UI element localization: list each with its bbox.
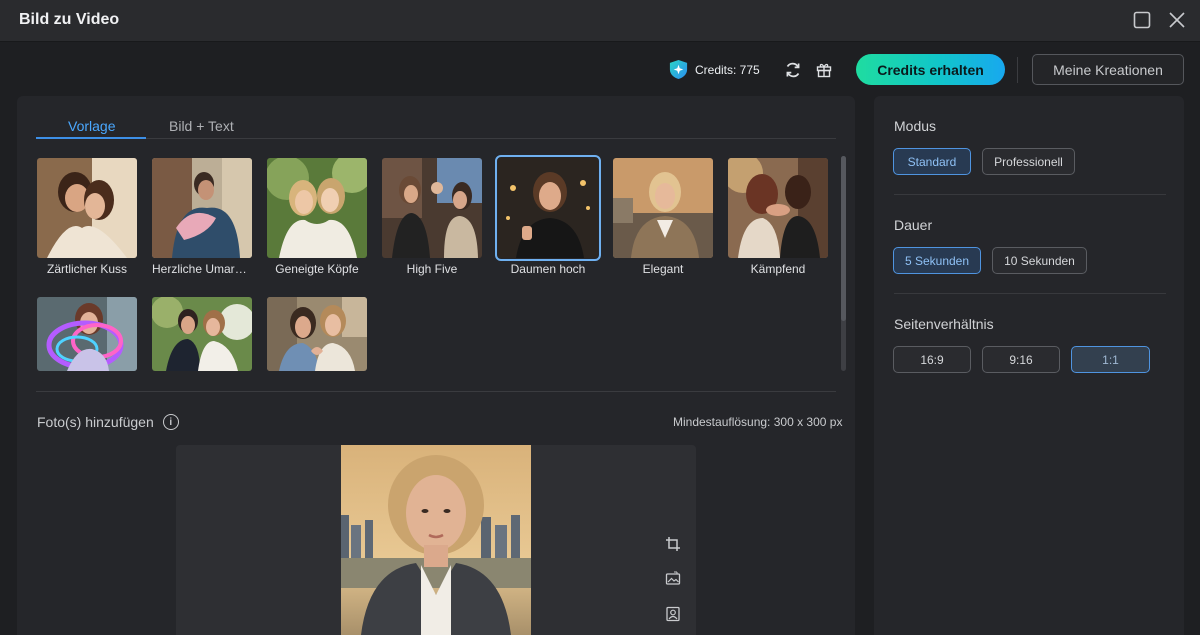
template-wedding[interactable] xyxy=(152,297,252,371)
template-daumen-hoch[interactable]: Daumen hoch xyxy=(495,155,601,276)
divider xyxy=(894,194,1166,195)
template-elegant[interactable]: Elegant xyxy=(613,158,713,276)
credits-display: Credits: 775 xyxy=(668,59,760,80)
template-label: Kämpfend xyxy=(750,262,806,276)
duration-5s-button[interactable]: 5 Sekunden xyxy=(893,247,981,274)
window-title: Bild zu Video xyxy=(19,11,120,28)
template-label: Herzliche Umarm... xyxy=(152,262,252,276)
aspect-16-9-button[interactable]: 16:9 xyxy=(893,346,971,373)
template-thumbnail[interactable] xyxy=(267,158,367,258)
template-herz-haende[interactable] xyxy=(267,297,367,371)
get-credits-button[interactable]: Credits erhalten xyxy=(856,54,1005,85)
template-high-five[interactable]: High Five xyxy=(382,158,482,276)
aspect-title: Seitenverhältnis xyxy=(894,316,994,332)
tab-bar: Vorlage Bild + Text xyxy=(36,114,836,139)
uploaded-photo xyxy=(341,445,531,635)
my-creations-button[interactable]: Meine Kreationen xyxy=(1032,54,1184,85)
template-magic[interactable] xyxy=(37,297,137,371)
mode-title: Modus xyxy=(894,118,937,134)
mode-professional-button[interactable]: Professionell xyxy=(982,148,1075,175)
top-action-bar: Credits: 775 Credits erhalten Meine Krea… xyxy=(0,42,1200,96)
template-label: High Five xyxy=(406,262,458,276)
duration-title: Dauer xyxy=(894,217,933,233)
crop-icon[interactable] xyxy=(662,533,684,555)
replace-image-icon[interactable] xyxy=(662,568,684,590)
template-zaertlicher-kuss[interactable]: Zärtlicher Kuss xyxy=(37,158,137,276)
template-label: Elegant xyxy=(642,262,684,276)
template-label: Daumen hoch xyxy=(510,262,586,276)
template-thumbnail[interactable] xyxy=(382,158,482,258)
template-thumbnail[interactable] xyxy=(613,158,713,258)
template-label: Zärtlicher Kuss xyxy=(46,262,128,276)
template-thumbnail[interactable] xyxy=(267,297,367,371)
close-icon[interactable] xyxy=(1167,10,1187,30)
mode-standard-button[interactable]: Standard xyxy=(893,148,971,175)
template-thumbnail[interactable] xyxy=(37,297,137,371)
title-bar: Bild zu Video xyxy=(0,0,1200,42)
refresh-icon[interactable] xyxy=(781,58,805,82)
info-icon[interactable]: i xyxy=(162,414,179,430)
settings-panel: Modus Standard Professionell Dauer 5 Sek… xyxy=(874,96,1184,635)
template-scrollbar-thumb[interactable] xyxy=(841,156,846,321)
photo-upload-area[interactable] xyxy=(176,445,696,635)
template-panel: Vorlage Bild + Text Zärtlicher Kuss Herz… xyxy=(17,96,855,635)
aspect-1-1-button[interactable]: 1:1 xyxy=(1071,346,1150,373)
divider xyxy=(36,391,836,392)
credits-shield-icon xyxy=(669,59,688,80)
portrait-icon[interactable] xyxy=(662,603,684,625)
template-geneigte-koepfe[interactable]: Geneigte Köpfe xyxy=(267,158,367,276)
credits-count: Credits: 775 xyxy=(695,62,760,77)
tab-bild-text[interactable]: Bild + Text xyxy=(169,118,234,134)
maximize-icon[interactable] xyxy=(1132,10,1152,30)
tab-vorlage[interactable]: Vorlage xyxy=(68,118,115,134)
divider xyxy=(894,293,1166,294)
divider xyxy=(1017,57,1018,83)
template-thumbnail[interactable] xyxy=(152,297,252,371)
template-kaempfend[interactable]: Kämpfend xyxy=(728,158,828,276)
template-herzliche-umarmung[interactable]: Herzliche Umarm... xyxy=(152,158,252,276)
template-thumbnail[interactable] xyxy=(152,158,252,258)
gift-icon[interactable] xyxy=(812,58,836,82)
upload-label: Foto(s) hinzufügen xyxy=(37,414,154,430)
template-label: Geneigte Köpfe xyxy=(275,262,359,276)
template-thumbnail[interactable] xyxy=(37,158,137,258)
template-thumbnail-selected[interactable] xyxy=(495,155,601,261)
upload-heading: Foto(s) hinzufügen i xyxy=(37,414,179,430)
min-resolution-text: Mindestauflösung: 300 x 300 px xyxy=(673,415,843,429)
aspect-9-16-button[interactable]: 9:16 xyxy=(982,346,1060,373)
active-tab-indicator xyxy=(36,137,146,139)
template-thumbnail[interactable] xyxy=(728,158,828,258)
duration-10s-button[interactable]: 10 Sekunden xyxy=(992,247,1087,274)
